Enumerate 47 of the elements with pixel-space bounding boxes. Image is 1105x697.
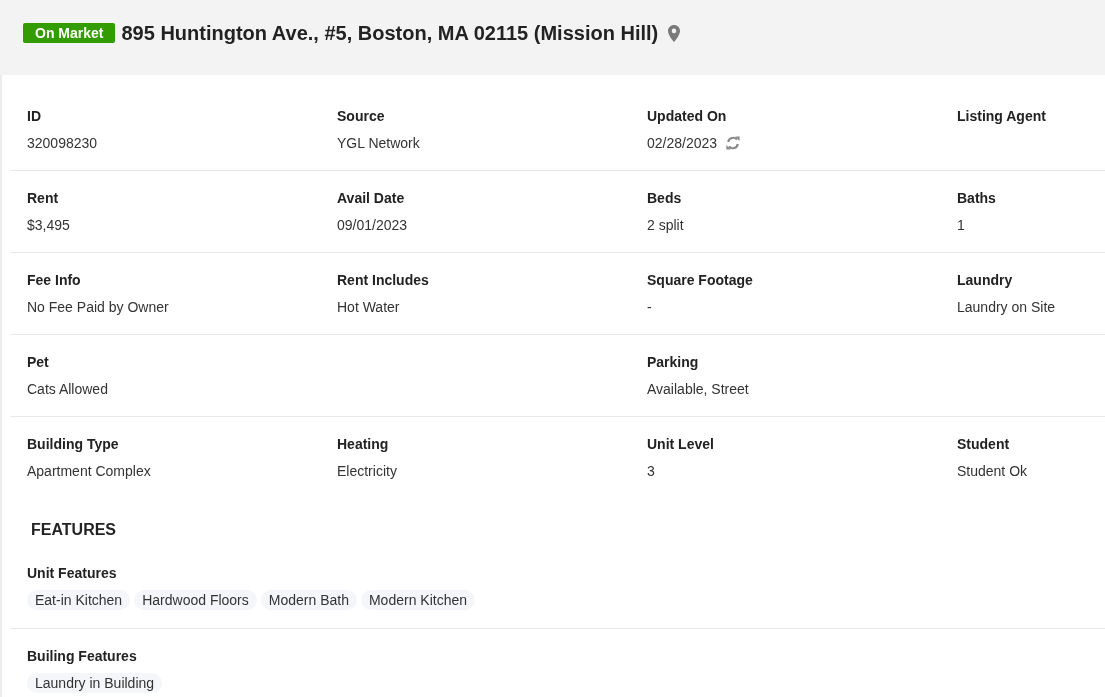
field-label: Baths [957,189,997,207]
field-value: $3,495 [27,216,71,234]
field-value: 3 [647,462,656,480]
field-value: Available, Street [647,380,750,398]
field-label: Updated On [647,107,728,125]
feature-tag: Modern Bath [260,590,357,610]
field-label: ID [27,107,42,125]
field-value: Hot Water [337,298,401,316]
field-label: Rent [27,189,60,207]
feature-tag: Modern Kitchen [360,590,475,610]
field-label: Avail Date [337,189,406,207]
listing-address: 895 Huntington Ave., #5, Boston, MA 02115 (Mission Hill) [121,21,659,45]
field-label: Student [957,435,1011,453]
field-label: Pet [27,353,50,371]
field-label: Rent Includes [337,271,430,289]
field-label: Source [337,107,386,125]
field-value: Cats Allowed [27,380,109,398]
group-label: Builing Features [27,647,137,665]
status-badge: On Market [23,23,116,43]
field-value: Apartment Complex [27,462,152,480]
group-label: Unit Features [27,564,117,582]
field-label: Listing Agent [957,107,1047,125]
section-heading: FEATURES [31,520,118,540]
field-label: Square Footage [647,271,754,289]
field-label: Parking [647,353,700,371]
map-pin-icon [668,24,681,42]
field-value: 09/01/2023 [337,216,409,234]
field-label: Heating [337,435,390,453]
field-value: - [647,298,653,316]
feature-tag: Eat-in Kitchen [27,590,131,610]
field-label: Beds [647,189,683,207]
feature-tag: Laundry in Building [27,673,163,693]
field-value: Electricity [337,462,398,480]
field-label: Fee Info [27,271,82,289]
field-value: 1 [957,216,966,234]
field-label: Laundry [957,271,1014,289]
field-value: YGL Network [337,134,421,152]
field-label: Unit Level [647,435,715,453]
field-value: 320098230 [27,134,99,152]
feature-tag: Hardwood Floors [134,590,257,610]
field-value: 2 split [647,216,685,234]
field-value: 02/28/2023 [647,134,718,152]
field-value: Laundry on Site [957,298,1057,316]
field-value: No Fee Paid by Owner [27,298,170,316]
field-label: Building Type [27,435,120,453]
refresh-icon[interactable] [726,136,741,150]
field-value: Student Ok [957,462,1029,480]
